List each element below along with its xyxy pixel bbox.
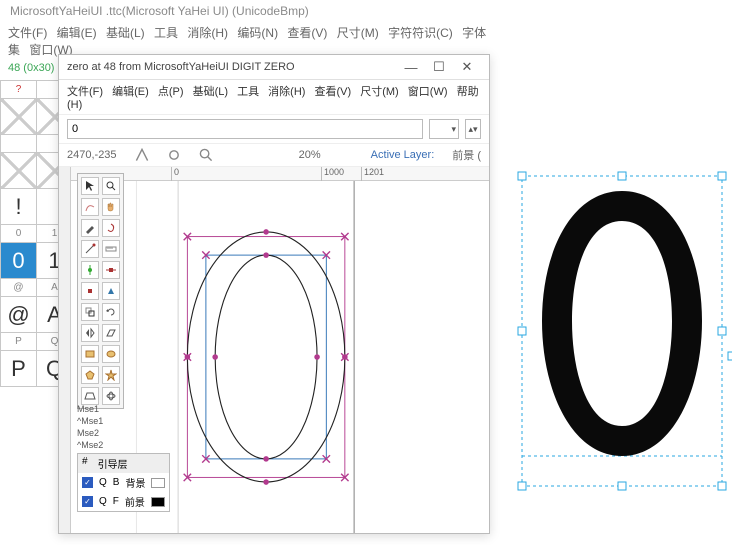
glyph-cell-p[interactable]: P bbox=[1, 351, 37, 387]
freehand-tool[interactable] bbox=[81, 198, 99, 216]
pen-tool[interactable] bbox=[81, 219, 99, 237]
scale-tool[interactable] bbox=[81, 303, 99, 321]
ed-menu-edit[interactable]: 编辑(E) bbox=[112, 86, 149, 98]
zoom-readout: 20% bbox=[299, 149, 321, 161]
poly-tool[interactable] bbox=[81, 366, 99, 384]
pointer-tool[interactable] bbox=[81, 177, 99, 195]
tool-palette bbox=[77, 173, 124, 409]
main-window-title: MicrosoftYaHeiUI .ttc(Microsoft YaHei UI… bbox=[0, 0, 500, 22]
ed-menu-file[interactable]: 文件(F) bbox=[67, 86, 103, 98]
menu-hints[interactable]: 消除(H) bbox=[187, 26, 228, 40]
mouse-info: Mse1 ^Mse1 Mse2 ^Mse2 bbox=[77, 403, 103, 451]
3d-rotate-tool[interactable] bbox=[102, 387, 120, 405]
glyph-name-input[interactable] bbox=[67, 119, 423, 139]
maximize-button[interactable]: ☐ bbox=[425, 59, 453, 75]
glyph-cell-empty[interactable] bbox=[1, 99, 37, 135]
toggle2-icon[interactable] bbox=[167, 148, 181, 162]
spiro-tool[interactable] bbox=[102, 219, 120, 237]
minimize-button[interactable]: — bbox=[397, 60, 425, 75]
glyph-row-label: 0 bbox=[1, 225, 37, 243]
add-hv-tool[interactable] bbox=[102, 261, 120, 279]
ed-menu-hints[interactable]: 消除(H) bbox=[268, 86, 305, 98]
menu-view[interactable]: 查看(V) bbox=[287, 26, 327, 40]
editor-menubar: 文件(F) 编辑(E) 点(P) 基础(L) 工具 消除(H) 查看(V) 尺寸… bbox=[59, 80, 489, 115]
ellipse-tool[interactable] bbox=[102, 345, 120, 363]
knife-tool[interactable] bbox=[81, 240, 99, 258]
magnify-icon[interactable] bbox=[199, 148, 213, 162]
menu-file[interactable]: 文件(F) bbox=[8, 26, 47, 40]
add-corner-tool[interactable] bbox=[81, 282, 99, 300]
glyph-input-row: ▾ ▴▾ bbox=[59, 115, 489, 144]
menu-cid[interactable]: 字符符识(C) bbox=[388, 26, 453, 40]
menu-tools[interactable]: 工具 bbox=[154, 26, 178, 40]
add-tangent-tool[interactable] bbox=[102, 282, 120, 300]
editor-title: zero at 48 from MicrosoftYaHeiUI DIGIT Z… bbox=[67, 61, 295, 73]
layer-color-swatch[interactable] bbox=[151, 478, 165, 488]
active-layer-value[interactable]: 前景 ( bbox=[452, 147, 481, 163]
coords-readout: 2470,-235 bbox=[67, 149, 117, 161]
menu-edit[interactable]: 编辑(E) bbox=[57, 26, 97, 40]
glyph-cell-at[interactable]: @ bbox=[1, 297, 37, 333]
skew-tool[interactable] bbox=[102, 324, 120, 342]
flip-tool[interactable] bbox=[81, 324, 99, 342]
layer-visible-checkbox[interactable]: ✓ bbox=[82, 496, 93, 507]
layer-color-swatch[interactable] bbox=[151, 497, 165, 507]
glyph-row-label: P bbox=[1, 333, 37, 351]
glyph-cell-empty[interactable] bbox=[1, 153, 37, 189]
ed-menu-point[interactable]: 点(P) bbox=[158, 86, 184, 98]
layer-row[interactable]: ✓ Q B 背景 bbox=[78, 473, 169, 492]
toggle-icon[interactable] bbox=[135, 148, 149, 162]
menu-metrics[interactable]: 尺寸(M) bbox=[337, 26, 379, 40]
glyph-header-cell: ? bbox=[1, 81, 37, 99]
add-curve-tool[interactable] bbox=[81, 261, 99, 279]
glyph-preview-selection[interactable] bbox=[512, 156, 732, 516]
active-layer-label: Active Layer: bbox=[371, 149, 435, 161]
vertical-ruler bbox=[59, 167, 71, 533]
glyph-editor-window: zero at 48 from MicrosoftYaHeiUI DIGIT Z… bbox=[58, 54, 490, 534]
editor-toolbar: 2470,-235 20% Active Layer: 前景 ( bbox=[59, 144, 489, 167]
layer-visible-checkbox[interactable]: ✓ bbox=[82, 477, 93, 488]
editor-titlebar[interactable]: zero at 48 from MicrosoftYaHeiUI DIGIT Z… bbox=[59, 55, 489, 80]
stepper[interactable]: ▴▾ bbox=[465, 119, 481, 139]
glyph-row-label bbox=[1, 135, 37, 153]
menu-encoding[interactable]: 编码(N) bbox=[237, 26, 278, 40]
rotate-tool[interactable] bbox=[102, 303, 120, 321]
layers-panel: # 引导层 ✓ Q B 背景 ✓ Q F 前景 bbox=[77, 453, 170, 512]
ruler-tool[interactable] bbox=[102, 240, 120, 258]
ed-menu-view[interactable]: 查看(V) bbox=[315, 86, 352, 98]
wordlist-dropdown[interactable]: ▾ bbox=[429, 119, 459, 139]
ed-menu-window[interactable]: 窗口(W) bbox=[408, 86, 448, 98]
glyph-cell-zero[interactable]: 0 bbox=[1, 243, 37, 279]
glyph-row-label: @ bbox=[1, 279, 37, 297]
ed-menu-tools[interactable]: 工具 bbox=[237, 86, 259, 98]
ed-menu-element[interactable]: 基础(L) bbox=[193, 86, 228, 98]
hand-tool[interactable] bbox=[102, 198, 120, 216]
menu-element[interactable]: 基础(L) bbox=[106, 26, 145, 40]
rect-tool[interactable] bbox=[81, 345, 99, 363]
horizontal-ruler: 0 1000 1201 bbox=[71, 167, 489, 181]
ed-menu-metrics[interactable]: 尺寸(M) bbox=[360, 86, 399, 98]
star-tool[interactable] bbox=[102, 366, 120, 384]
glyph-cell-exclaim[interactable]: ! bbox=[1, 189, 37, 225]
magnify-tool[interactable] bbox=[102, 177, 120, 195]
layer-row[interactable]: ✓ Q F 前景 bbox=[78, 492, 169, 511]
close-button[interactable]: ✕ bbox=[453, 59, 481, 75]
